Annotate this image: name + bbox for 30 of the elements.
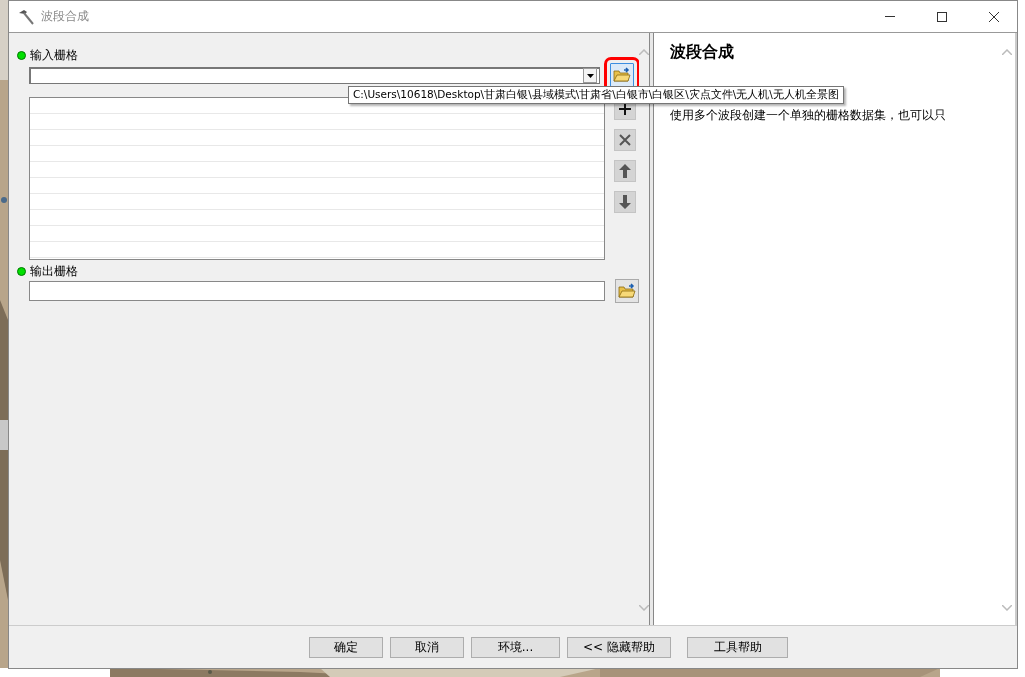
required-dot-icon [17, 50, 26, 60]
output-raster-field[interactable] [29, 281, 605, 301]
scroll-down-icon[interactable] [1002, 605, 1012, 611]
folder-icon [613, 67, 631, 83]
close-icon [989, 11, 999, 22]
tool-help-button[interactable]: 工具帮助 [687, 636, 788, 658]
scroll-up-icon[interactable] [1002, 49, 1012, 55]
window-title: 波段合成 [41, 8, 90, 25]
cancel-button[interactable]: 取消 [390, 636, 464, 658]
path-tooltip: C:\Users\10618\Desktop\甘肃白银\县域模式\甘肃省\白银市\白银区\灾点文件\无人机\无人机全景图 [348, 86, 844, 104]
close-icon [619, 134, 631, 146]
input-raster-combo[interactable] [29, 66, 600, 84]
minimize-icon [885, 16, 895, 17]
down-arrow-icon [619, 195, 631, 209]
environments-button[interactable]: 环境... [471, 636, 560, 658]
field-label: 输入栅格 [30, 46, 78, 64]
required-dot-icon [17, 266, 26, 276]
field-label: 输出栅格 [30, 262, 78, 280]
hammer-icon [17, 8, 35, 25]
maximize-icon [937, 11, 947, 22]
ok-button[interactable]: 确定 [309, 636, 383, 658]
move-down-button[interactable] [614, 191, 636, 213]
hide-help-button[interactable]: << 隐藏帮助 [567, 636, 671, 658]
move-up-button[interactable] [614, 160, 636, 182]
remove-button[interactable] [614, 129, 636, 151]
folder-icon [618, 283, 636, 299]
help-text: 使用多个波段创建一个单独的栅格数据集，也可以只 [670, 107, 947, 124]
help-title: 波段合成 [670, 42, 735, 63]
up-arrow-icon [619, 164, 631, 178]
browse-button[interactable] [615, 279, 639, 303]
